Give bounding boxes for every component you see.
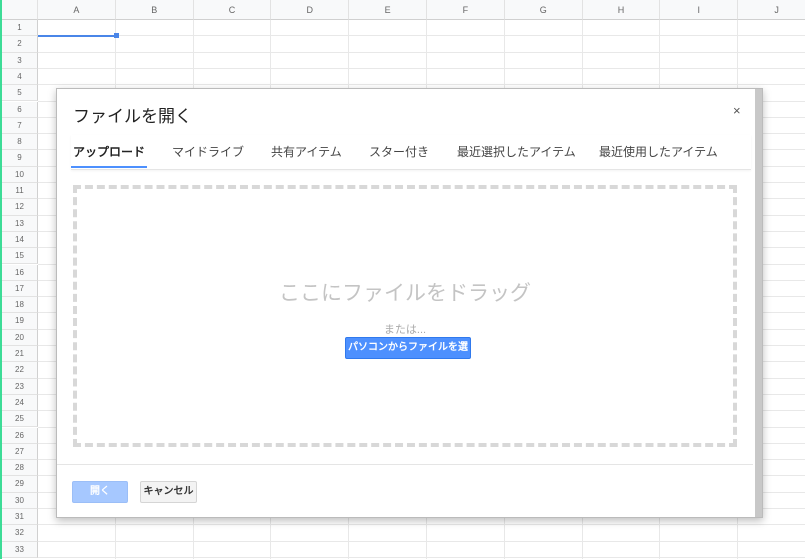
row-header[interactable]: 31 [2, 509, 38, 526]
select-from-computer-button[interactable]: パソコンからファイルを選択 [345, 337, 471, 373]
row-header[interactable]: 12 [2, 199, 38, 216]
row-header[interactable]: 1 [2, 20, 38, 37]
corner-cell[interactable] [2, 0, 38, 20]
row-header[interactable]: 6 [2, 101, 38, 118]
tab-recently-used[interactable]: 最近使用したアイテム [599, 143, 718, 160]
grid-line [38, 51, 805, 53]
column-header[interactable]: E [349, 0, 427, 20]
drop-zone[interactable]: ここにファイルをドラッグ または... パソコンからファイルを選択 [73, 185, 737, 447]
column-header[interactable]: B [115, 0, 194, 20]
column-header[interactable]: F [427, 0, 505, 20]
row-header[interactable]: 28 [2, 460, 38, 477]
row-header[interactable]: 11 [2, 183, 38, 200]
tab-bar: アップロード マイドライブ 共有アイテム スター付き 最近選択したアイテム 最近… [70, 135, 751, 170]
column-header[interactable]: J [738, 0, 805, 20]
grid-line [38, 556, 805, 558]
tab-upload[interactable]: アップロード [70, 143, 148, 168]
row-header[interactable]: 27 [2, 443, 38, 461]
column-header[interactable]: A [38, 0, 116, 20]
grid-line [38, 540, 805, 542]
row-header[interactable]: 18 [2, 297, 38, 314]
column-header[interactable]: C [193, 0, 272, 20]
row-header[interactable]: 15 [2, 248, 38, 265]
column-header[interactable]: D [271, 0, 350, 20]
row-header[interactable]: 22 [2, 362, 38, 379]
row-header[interactable]: 2 [2, 36, 38, 53]
row-header[interactable]: 30 [2, 492, 38, 509]
row-header[interactable]: 16 [2, 264, 38, 281]
row-header[interactable]: 4 [2, 68, 38, 86]
tab-shared[interactable]: 共有アイテム [271, 143, 342, 160]
column-header[interactable]: G [504, 0, 583, 20]
row-header[interactable]: 10 [2, 166, 38, 183]
row-header[interactable]: 26 [2, 427, 38, 444]
row-header[interactable]: 3 [2, 52, 38, 69]
row-header[interactable]: 20 [2, 329, 38, 346]
column-header[interactable]: I [660, 0, 739, 20]
row-header[interactable]: 21 [2, 346, 38, 363]
row-header[interactable]: 9 [2, 150, 38, 167]
or-text: または... [383, 324, 427, 336]
row-header[interactable]: 33 [2, 541, 38, 558]
close-icon[interactable]: × [733, 103, 741, 118]
row-header[interactable]: 25 [2, 411, 38, 428]
cancel-button[interactable]: キャンセル [140, 481, 197, 503]
row-header[interactable]: 8 [2, 134, 38, 151]
open-button[interactable]: 開く [72, 481, 128, 503]
scrollbar[interactable] [755, 89, 762, 517]
row-header[interactable]: 14 [2, 231, 38, 249]
row-header[interactable]: 23 [2, 378, 38, 395]
grid-line [38, 524, 805, 526]
row-header[interactable]: 17 [2, 280, 38, 298]
row-header[interactable]: 29 [2, 476, 38, 493]
row-header[interactable]: 24 [2, 394, 38, 412]
tab-my-drive[interactable]: マイドライブ [172, 143, 244, 160]
row-header[interactable]: 7 [2, 117, 38, 135]
tab-starred[interactable]: スター付き [369, 143, 429, 160]
grid-line [38, 67, 805, 69]
row-header[interactable]: 19 [2, 313, 38, 330]
grid-line [38, 35, 805, 37]
tab-recently-selected[interactable]: 最近選択したアイテム [457, 143, 576, 160]
row-header[interactable]: 32 [2, 525, 38, 542]
footer-divider [57, 464, 753, 465]
selected-cell[interactable] [38, 20, 119, 38]
row-header[interactable]: 5 [2, 85, 38, 102]
open-file-dialog: ファイルを開く × アップロード マイドライブ 共有アイテム スター付き 最近選… [56, 88, 763, 518]
dialog-title: ファイルを開く [73, 107, 192, 126]
column-header[interactable]: H [582, 0, 661, 20]
drag-here-text: ここにファイルをドラッグ [279, 282, 531, 305]
row-header[interactable]: 13 [2, 215, 38, 232]
grid-line [38, 84, 805, 86]
